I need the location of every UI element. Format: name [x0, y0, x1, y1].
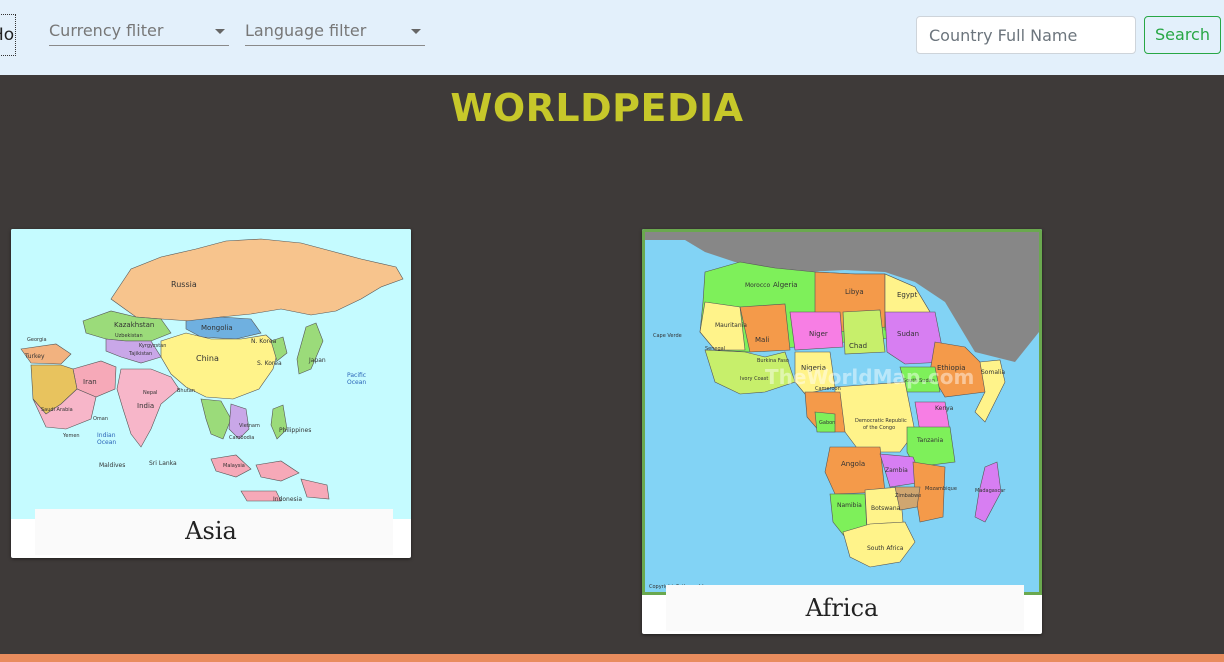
svg-text:Namibia: Namibia: [837, 502, 862, 509]
svg-text:Libya: Libya: [845, 288, 864, 296]
svg-text:Ocean: Ocean: [97, 439, 116, 446]
svg-text:Mauritania: Mauritania: [715, 322, 747, 329]
svg-text:Democratic Republic: Democratic Republic: [855, 418, 907, 424]
svg-text:Japan: Japan: [308, 357, 326, 364]
svg-text:N. Korea: N. Korea: [251, 338, 277, 345]
svg-text:TheWorldMap.com: TheWorldMap.com: [765, 365, 974, 389]
svg-text:Mali: Mali: [755, 336, 769, 344]
svg-text:Angola: Angola: [841, 460, 865, 468]
svg-text:Sri Lanka: Sri Lanka: [149, 460, 177, 467]
svg-text:Kazakhstan: Kazakhstan: [114, 321, 154, 329]
svg-text:Turkey: Turkey: [24, 353, 45, 360]
svg-text:Somalia: Somalia: [981, 369, 1005, 376]
svg-text:Nepal: Nepal: [143, 390, 157, 396]
svg-text:Tajikistan: Tajikistan: [128, 351, 152, 357]
svg-text:Georgia: Georgia: [27, 337, 47, 343]
svg-text:Ocean: Ocean: [347, 379, 366, 386]
svg-text:Cape Verde: Cape Verde: [653, 333, 682, 339]
svg-text:Senegal: Senegal: [705, 346, 725, 352]
page-title: WORLDPEDIA: [450, 86, 744, 130]
svg-text:Indian: Indian: [97, 432, 116, 439]
svg-text:Morocco: Morocco: [745, 282, 770, 289]
asia-map-image: Russia Kazakhstan Mongolia China India I…: [11, 229, 411, 519]
svg-text:Iran: Iran: [83, 378, 97, 386]
chevron-down-icon: [411, 29, 421, 34]
svg-text:India: India: [137, 402, 154, 410]
continent-card-asia[interactable]: Russia Kazakhstan Mongolia China India I…: [11, 229, 411, 558]
svg-text:Philippines: Philippines: [279, 427, 311, 434]
currency-filter-label: Currency fliter: [49, 21, 164, 40]
svg-text:Egypt: Egypt: [897, 291, 917, 299]
svg-text:Chad: Chad: [849, 342, 867, 350]
svg-text:Indonesia: Indonesia: [273, 496, 302, 503]
svg-text:S. Korea: S. Korea: [257, 360, 282, 367]
svg-text:Vietnam: Vietnam: [239, 423, 260, 429]
chevron-down-icon: [215, 29, 225, 34]
svg-text:Gabon: Gabon: [819, 420, 835, 426]
svg-text:Russia: Russia: [171, 280, 197, 289]
svg-text:Kenya: Kenya: [935, 405, 954, 412]
svg-text:Kyrgyzstan: Kyrgyzstan: [139, 343, 166, 349]
language-filter-select[interactable]: Language filter: [245, 16, 425, 46]
svg-text:Zambia: Zambia: [885, 467, 908, 474]
svg-text:Madagascar: Madagascar: [975, 488, 1006, 494]
continent-card-africa[interactable]: Morocco Algeria Libya Egypt Mauritania M…: [642, 229, 1042, 634]
svg-text:Zimbabwe: Zimbabwe: [895, 493, 921, 499]
africa-map-image: Morocco Algeria Libya Egypt Mauritania M…: [642, 229, 1042, 595]
continent-name-label[interactable]: Africa: [642, 594, 1042, 622]
top-navbar: Home Currency fliter Language filter Sea…: [0, 0, 1224, 75]
svg-text:Malaysia: Malaysia: [223, 463, 245, 469]
home-button[interactable]: Home: [0, 14, 16, 56]
country-search-input[interactable]: [916, 16, 1136, 54]
svg-text:Uzbekistan: Uzbekistan: [115, 333, 143, 339]
svg-text:Mozambique: Mozambique: [925, 486, 957, 492]
svg-text:Tanzania: Tanzania: [916, 437, 943, 444]
svg-text:China: China: [196, 354, 219, 363]
footer-accent-bar: [0, 654, 1224, 662]
search-button[interactable]: Search: [1144, 16, 1221, 54]
currency-filter-select[interactable]: Currency fliter: [49, 16, 229, 46]
svg-text:Maldives: Maldives: [99, 462, 125, 469]
svg-text:Sudan: Sudan: [897, 330, 919, 338]
svg-text:Cambodia: Cambodia: [229, 435, 254, 441]
svg-text:Algeria: Algeria: [773, 281, 798, 289]
svg-text:Mongolia: Mongolia: [201, 324, 233, 332]
svg-text:Oman: Oman: [93, 416, 108, 422]
svg-text:Botswana: Botswana: [871, 505, 901, 512]
svg-text:Niger: Niger: [809, 330, 828, 338]
svg-text:South Africa: South Africa: [867, 545, 904, 552]
svg-text:Bhutan: Bhutan: [177, 388, 195, 394]
svg-text:Yemen: Yemen: [62, 433, 80, 439]
svg-text:Pacific: Pacific: [347, 372, 366, 379]
continent-name-label[interactable]: Asia: [11, 517, 411, 545]
svg-text:Saudi Arabia: Saudi Arabia: [41, 407, 73, 413]
svg-text:Burkina Faso: Burkina Faso: [757, 358, 789, 364]
svg-text:of the Congo: of the Congo: [863, 425, 895, 431]
language-filter-label: Language filter: [245, 21, 367, 40]
